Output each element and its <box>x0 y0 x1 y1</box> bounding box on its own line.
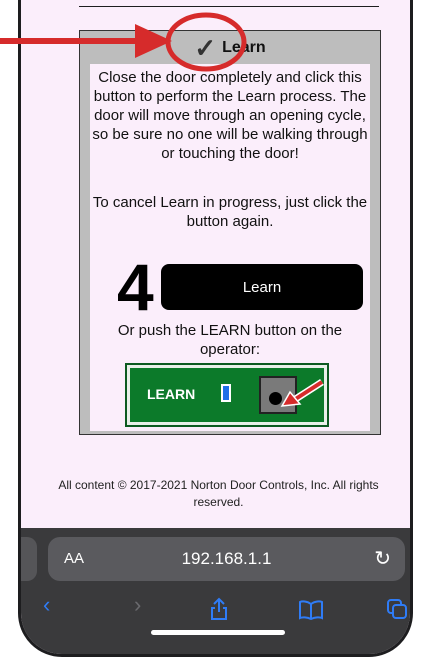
panel-title: Learn <box>222 38 266 56</box>
led-icon <box>221 384 231 402</box>
address-bar[interactable]: AA 192.168.1.1 ↻ <box>48 537 405 581</box>
step-number: 4 <box>117 250 154 324</box>
url-text[interactable]: 192.168.1.1 <box>48 549 405 569</box>
safari-toolbar: AA 192.168.1.1 ↻ ‹ › <box>21 528 410 654</box>
forward-icon[interactable]: › <box>134 592 141 618</box>
back-icon[interactable]: ‹ <box>43 592 50 618</box>
panel-header: ✓ Learn <box>80 31 380 64</box>
divider <box>79 6 379 7</box>
copyright-text: All content © 2017-2021 Norton Door Cont… <box>58 478 379 509</box>
panel-body: Close the door completely and click this… <box>90 64 370 431</box>
previous-tab[interactable] <box>21 537 37 581</box>
red-pointer-arrow-icon <box>280 379 324 407</box>
check-icon: ✓ <box>194 32 217 63</box>
learn-panel: ✓ Learn Close the door completely and cl… <box>79 30 381 435</box>
learn-button[interactable]: Learn <box>161 264 363 310</box>
operator-learn-label: LEARN <box>147 386 196 402</box>
home-indicator <box>151 630 285 635</box>
tabs-icon[interactable] <box>386 598 408 620</box>
operator-diagram: LEARN <box>125 363 329 427</box>
phone-frame: ✓ Learn Close the door completely and cl… <box>18 0 413 657</box>
instruction-text: Close the door completely and click this… <box>92 69 368 162</box>
alt-instruction: Or push the LEARN button on the operator… <box>117 322 343 358</box>
cancel-note: To cancel Learn in progress, just click … <box>92 194 368 230</box>
bookmarks-icon[interactable] <box>298 600 324 620</box>
share-icon[interactable] <box>209 597 229 621</box>
reload-icon[interactable]: ↻ <box>374 546 391 571</box>
